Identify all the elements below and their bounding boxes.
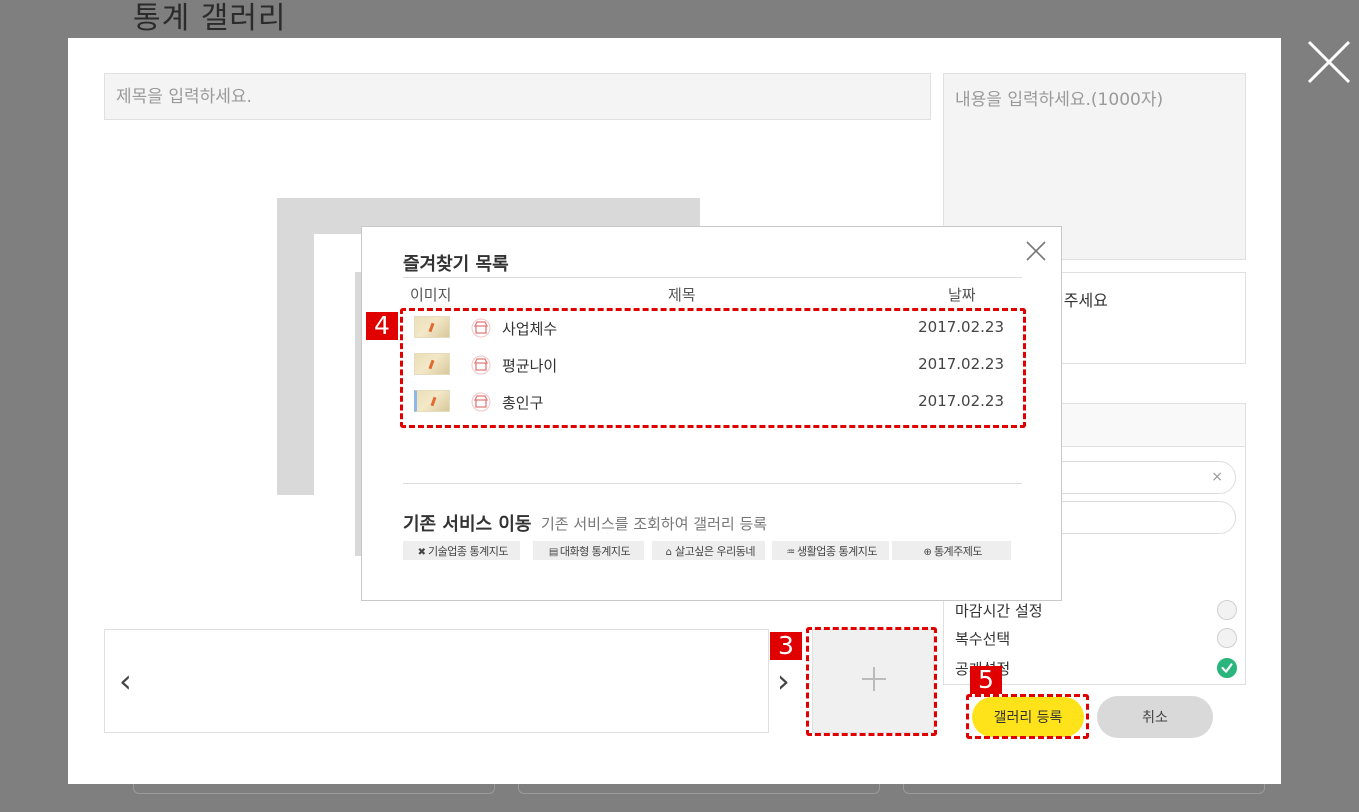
deadline-label: 마감시간 설정 (955, 602, 1043, 620)
divider (403, 483, 1022, 484)
store-icon: ♒ (786, 546, 795, 558)
check-icon[interactable] (1217, 658, 1237, 678)
service-button-neighborhood[interactable]: ⌂ 살고싶은 우리동네 (652, 541, 765, 560)
tools-icon: ✖ (417, 546, 426, 558)
service-heading: 기존 서비스 이동 (403, 514, 532, 535)
column-header-date: 날짜 (948, 286, 976, 304)
title-input[interactable] (104, 73, 931, 120)
multi-select-toggle[interactable] (1217, 628, 1237, 648)
cancel-button[interactable]: 취소 (1097, 696, 1213, 738)
annotation-box-4 (400, 308, 1026, 428)
annotation-box-3 (806, 627, 937, 736)
service-label: 기술업종 통계지도 (428, 544, 508, 558)
column-header-title: 제목 (668, 286, 696, 304)
service-button-interactive[interactable]: ▤ 대화형 통계지도 (533, 541, 644, 560)
document-icon: ▤ (548, 546, 558, 558)
service-subtitle: 기존 서비스를 조회하여 갤러리 등록 (541, 515, 768, 533)
image-slider: ‹ › (104, 629, 790, 733)
map-pin-icon: ⊕ (923, 546, 932, 558)
service-label: 살고싶은 우리동네 (675, 544, 755, 558)
multi-select-option[interactable]: 복수선택 (955, 628, 1237, 652)
service-button-lifestyle[interactable]: ♒ 생활업종 통계지도 (772, 541, 889, 560)
service-label: 대화형 통계지도 (559, 544, 631, 558)
service-label: 생활업종 통계지도 (797, 544, 877, 558)
multi-select-label: 복수선택 (955, 630, 1011, 648)
annotation-badge-5: 5 (970, 666, 1002, 694)
annotation-badge-4: 4 (366, 312, 398, 340)
service-button-tech[interactable]: ✖ 기술업종 통계지도 (403, 541, 520, 560)
deadline-option[interactable]: 마감시간 설정 (955, 600, 1237, 624)
page-title: 통계 갤러리 (133, 1, 287, 36)
annotation-box-5 (966, 694, 1089, 739)
close-icon[interactable] (1024, 239, 1048, 263)
house-icon: ⌂ (665, 546, 672, 558)
favorites-title: 즐겨찾기 목록 (403, 254, 509, 275)
annotation-badge-3: 3 (770, 632, 802, 660)
service-label: 통계주제도 (933, 544, 983, 558)
clear-icon[interactable]: × (1211, 469, 1223, 485)
service-button-thematic[interactable]: ⊕ 통계주제도 (892, 541, 1011, 560)
close-icon[interactable] (1305, 38, 1353, 86)
column-header-image: 이미지 (410, 286, 452, 304)
divider (403, 277, 1022, 278)
chevron-left-icon[interactable]: ‹ (119, 662, 132, 700)
deadline-toggle[interactable] (1217, 600, 1237, 620)
chevron-right-icon[interactable]: › (777, 662, 790, 700)
